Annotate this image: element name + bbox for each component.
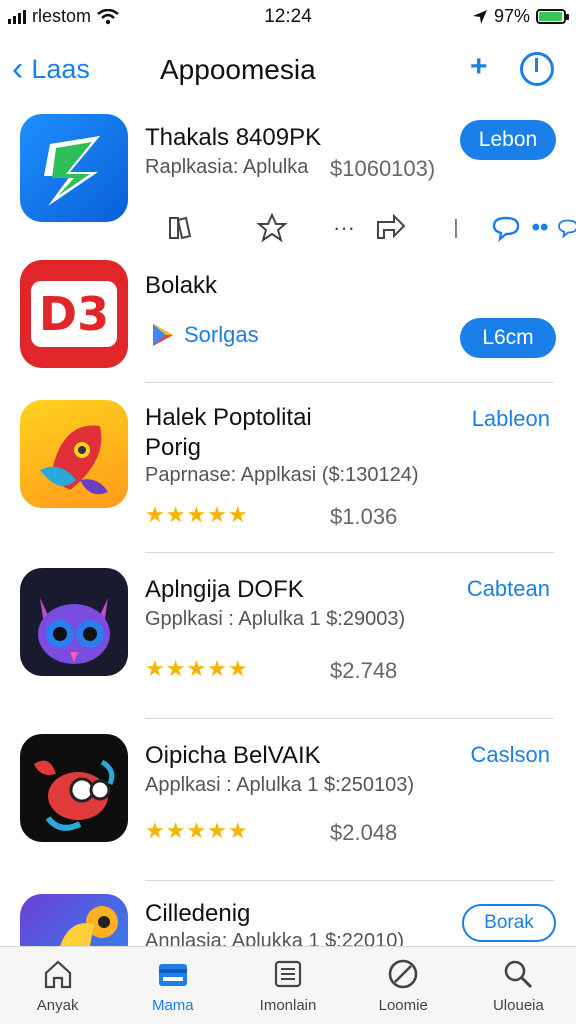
app-subtitle: Applkasi : Aplulka 1 $:250103) bbox=[145, 774, 415, 796]
divider-icon: | bbox=[453, 216, 459, 239]
app-icon[interactable] bbox=[20, 400, 128, 508]
app-icon[interactable] bbox=[20, 894, 128, 946]
tab-label: Mama bbox=[151, 997, 194, 1014]
tab-imonlain[interactable]: Imonlain bbox=[230, 947, 345, 1024]
add-button[interactable]: + bbox=[470, 50, 488, 84]
get-button[interactable]: Borak bbox=[462, 904, 556, 942]
battery-icon bbox=[536, 9, 569, 24]
chevron-left-icon: ‹ bbox=[12, 50, 24, 88]
divider bbox=[145, 880, 554, 881]
developer-link-label: Sorlgas bbox=[184, 322, 259, 347]
app-price: $2.748 bbox=[330, 658, 398, 683]
home-icon bbox=[44, 960, 71, 989]
status-right: 97% bbox=[472, 6, 569, 27]
tab-label: Loomie bbox=[378, 997, 428, 1014]
app-name: Bolakk bbox=[145, 272, 218, 299]
clock-icon[interactable] bbox=[520, 52, 554, 86]
app-name: Cilledenig bbox=[145, 900, 251, 927]
search-icon bbox=[505, 960, 533, 989]
card-icon bbox=[158, 964, 187, 986]
back-button[interactable]: ‹ Laas bbox=[12, 52, 90, 86]
divider bbox=[145, 552, 554, 553]
divider bbox=[145, 718, 554, 719]
get-link[interactable]: Lableon bbox=[472, 406, 550, 432]
app-name: Thakals 8409PK bbox=[145, 124, 322, 151]
tab-anyak[interactable]: Anyak bbox=[0, 947, 115, 1024]
app-price: $2.048 bbox=[330, 820, 398, 845]
status-bar: rlestom 12:24 97% bbox=[0, 0, 576, 34]
divider bbox=[145, 382, 554, 383]
list-icon bbox=[274, 960, 302, 988]
get-link[interactable]: Caslson bbox=[471, 742, 550, 768]
app-subtitle: Gpplkasi : Aplulka 1 $:29003) bbox=[145, 608, 406, 630]
rating-stars: ★★★★★ bbox=[145, 656, 249, 681]
slash-circle-icon bbox=[388, 959, 418, 989]
tab-label: Imonlain bbox=[259, 997, 317, 1014]
rating-stars: ★★★★★ bbox=[145, 502, 249, 527]
app-icon[interactable] bbox=[20, 568, 128, 676]
tab-mama[interactable]: Mama bbox=[115, 947, 230, 1024]
app-icon[interactable] bbox=[20, 734, 128, 842]
star-icon[interactable] bbox=[252, 208, 292, 248]
more-dots-icon[interactable]: •• bbox=[520, 208, 560, 248]
get-button[interactable]: Lebon bbox=[460, 120, 556, 160]
tab-uloueia[interactable]: Uloueia bbox=[461, 947, 576, 1024]
app-subtitle: Raplkasia: Aplulka bbox=[145, 156, 309, 178]
app-name: Aplngija DOFK bbox=[145, 576, 304, 603]
back-label: Laas bbox=[31, 53, 90, 84]
app-price: $1060103) bbox=[330, 156, 436, 181]
tab-label: Uloueia bbox=[492, 997, 544, 1014]
tab-loomie[interactable]: Loomie bbox=[346, 947, 461, 1024]
tab-label: Anyak bbox=[36, 997, 79, 1014]
app-name: Oipicha BelVAIK bbox=[145, 742, 321, 769]
action-toolbar: ··· | •• bbox=[160, 208, 576, 248]
play-store-icon bbox=[153, 324, 173, 346]
get-link[interactable]: Cabtean bbox=[467, 576, 550, 602]
get-button[interactable]: L6cm bbox=[460, 318, 556, 358]
developer-link[interactable]: Sorlgas bbox=[150, 322, 259, 348]
comment-partial-icon[interactable] bbox=[556, 208, 576, 248]
share-icon[interactable] bbox=[370, 208, 410, 248]
app-subtitle: Annlasia: Aplukka 1 $:22010) bbox=[145, 930, 405, 946]
tab-bar: Anyak Mama Imonlain Loomie Uloueia bbox=[0, 946, 576, 1024]
app-price: $1.036 bbox=[330, 504, 398, 529]
ellipsis-icon[interactable]: ··· bbox=[324, 208, 364, 248]
app-icon[interactable]: D3 bbox=[20, 260, 128, 368]
location-arrow-icon bbox=[472, 9, 487, 24]
app-icon[interactable] bbox=[20, 114, 128, 222]
app-name-line2: Porig bbox=[145, 434, 202, 461]
app-name: Halek Poptolitai bbox=[145, 404, 312, 431]
app-subtitle: Paprnase: Applkasi ($:130124) bbox=[145, 464, 419, 486]
rating-stars: ★★★★★ bbox=[145, 818, 249, 843]
page-title: Appoomesia bbox=[160, 54, 316, 85]
book-icon[interactable] bbox=[160, 208, 200, 248]
battery-percent: 97% bbox=[493, 6, 530, 26]
navigation-bar: ‹ Laas Appoomesia + bbox=[0, 40, 576, 100]
